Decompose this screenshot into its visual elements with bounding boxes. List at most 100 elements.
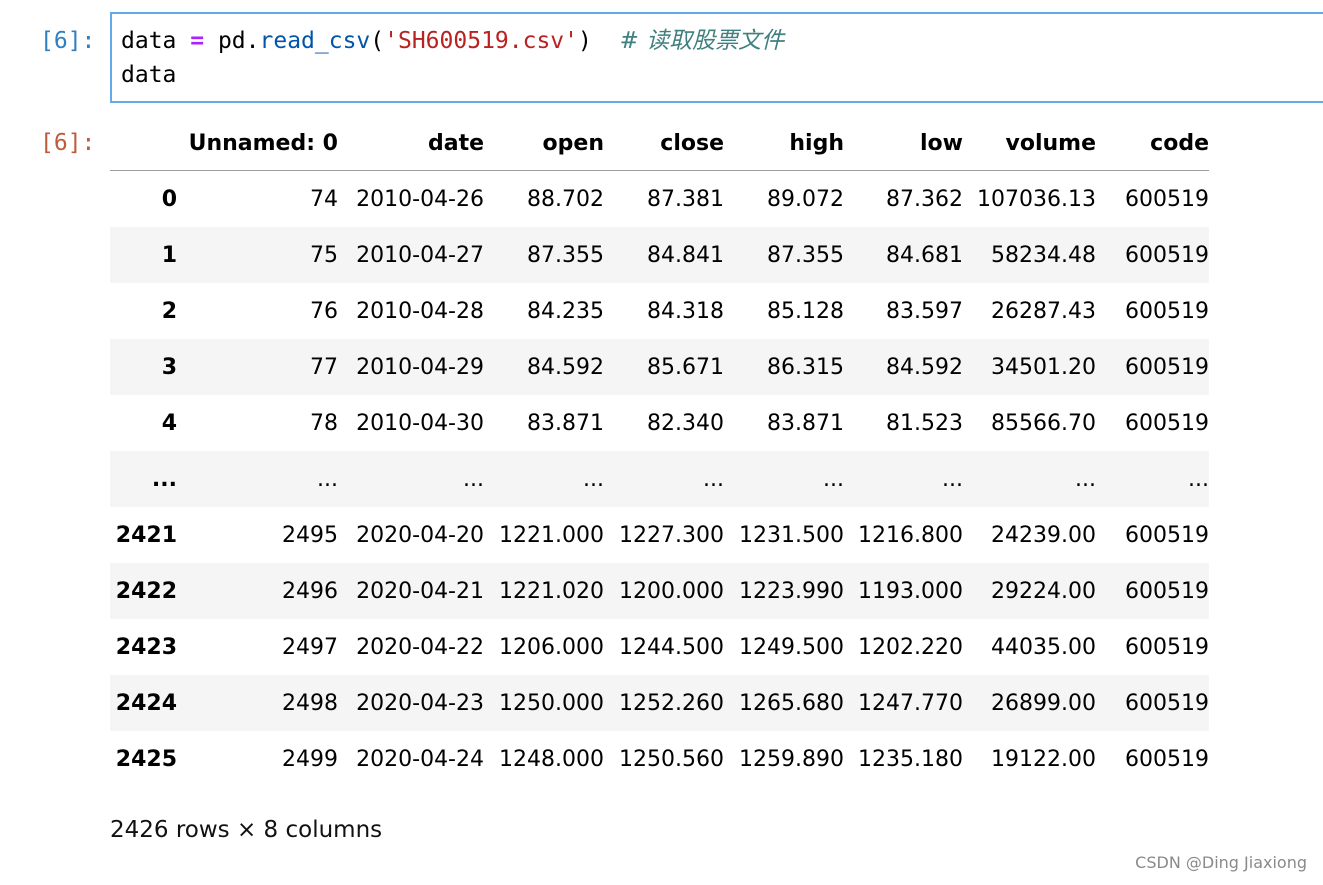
row-index: ... bbox=[151, 466, 177, 492]
table-row: 2 76 2010-04-28 84.235 84.318 85.128 83.… bbox=[110, 283, 1209, 339]
table-cell: 1265.680 bbox=[739, 690, 844, 716]
table-cell: 600519 bbox=[1125, 186, 1209, 212]
table-cell: 1248.000 bbox=[499, 746, 604, 772]
column-header: date bbox=[338, 116, 484, 171]
table-row: 2425 2499 2020-04-24 1248.000 1250.560 1… bbox=[110, 731, 1209, 787]
table-cell: 87.381 bbox=[647, 186, 724, 212]
column-header: high bbox=[724, 116, 844, 171]
code-editor[interactable]: data = pd.read_csv('SH600519.csv') # 读取股… bbox=[110, 12, 1323, 103]
table-cell: 84.592 bbox=[527, 354, 604, 380]
table-cell: 74 bbox=[310, 186, 338, 212]
table-cell: 75 bbox=[310, 242, 338, 268]
table-cell: 1202.220 bbox=[858, 634, 963, 660]
table-cell: 85566.70 bbox=[991, 410, 1096, 436]
table-cell: ... bbox=[823, 466, 844, 492]
table-row-ellipsis: ... ... ... ... ... ... ... ... ... bbox=[110, 451, 1209, 507]
row-index: 0 bbox=[161, 186, 177, 212]
table-cell: 78 bbox=[310, 410, 338, 436]
table-cell: 1216.800 bbox=[858, 522, 963, 548]
table-cell: 2010-04-30 bbox=[356, 410, 484, 436]
table-cell: 34501.20 bbox=[991, 354, 1096, 380]
row-index: 4 bbox=[161, 410, 177, 436]
table-cell: 1250.560 bbox=[619, 746, 724, 772]
code-module: pd. bbox=[204, 28, 260, 54]
table-header-row: Unnamed: 0 date open close high low volu… bbox=[110, 116, 1209, 171]
table-cell: 2020-04-20 bbox=[356, 522, 484, 548]
column-header: volume bbox=[963, 116, 1096, 171]
table-body: 0 74 2010-04-26 88.702 87.381 89.072 87.… bbox=[110, 171, 1209, 788]
table-cell: ... bbox=[1075, 466, 1096, 492]
table-cell: 83.871 bbox=[527, 410, 604, 436]
table-cell: 77 bbox=[310, 354, 338, 380]
code-paren-open: ( bbox=[370, 28, 385, 54]
table-cell: 82.340 bbox=[647, 410, 724, 436]
table-cell: 29224.00 bbox=[991, 578, 1096, 604]
table-cell: ... bbox=[703, 466, 724, 492]
table-cell: 1223.990 bbox=[739, 578, 844, 604]
table-cell: 84.592 bbox=[886, 354, 963, 380]
table-cell: 1250.000 bbox=[499, 690, 604, 716]
code-string: 'SH600519.csv' bbox=[384, 28, 579, 54]
table-cell: 89.072 bbox=[767, 186, 844, 212]
table-cell: ... bbox=[317, 466, 338, 492]
table-cell: 81.523 bbox=[886, 410, 963, 436]
table-cell: 44035.00 bbox=[991, 634, 1096, 660]
table-cell: 2496 bbox=[282, 578, 338, 604]
table-row: 2422 2496 2020-04-21 1221.020 1200.000 1… bbox=[110, 563, 1209, 619]
input-prompt: [6]: bbox=[40, 28, 96, 54]
table-cell: 2020-04-22 bbox=[356, 634, 484, 660]
row-index: 2424 bbox=[115, 690, 177, 716]
table-cell: ... bbox=[463, 466, 484, 492]
table-cell: 600519 bbox=[1125, 690, 1209, 716]
table-cell: ... bbox=[942, 466, 963, 492]
code-function: read_csv bbox=[259, 28, 371, 54]
table-cell: ... bbox=[583, 466, 604, 492]
table-cell: 58234.48 bbox=[991, 242, 1096, 268]
table-cell: ... bbox=[1188, 466, 1209, 492]
table-cell: 600519 bbox=[1125, 298, 1209, 324]
table-cell: 88.702 bbox=[527, 186, 604, 212]
dataframe-table: Unnamed: 0 date open close high low volu… bbox=[110, 116, 1209, 787]
table-cell: 2499 bbox=[282, 746, 338, 772]
table-cell: 1247.770 bbox=[858, 690, 963, 716]
table-cell: 1231.500 bbox=[739, 522, 844, 548]
table-cell: 2498 bbox=[282, 690, 338, 716]
table-cell: 1252.260 bbox=[619, 690, 724, 716]
column-header: open bbox=[484, 116, 604, 171]
table-cell: 1249.500 bbox=[739, 634, 844, 660]
table-row: 2424 2498 2020-04-23 1250.000 1252.260 1… bbox=[110, 675, 1209, 731]
table-cell: 2010-04-29 bbox=[356, 354, 484, 380]
table-cell: 86.315 bbox=[767, 354, 844, 380]
table-row: 4 78 2010-04-30 83.871 82.340 83.871 81.… bbox=[110, 395, 1209, 451]
table-cell: 2010-04-28 bbox=[356, 298, 484, 324]
table-cell: 2020-04-24 bbox=[356, 746, 484, 772]
code-line-2: data bbox=[121, 62, 177, 88]
table-cell: 87.355 bbox=[767, 242, 844, 268]
table-cell: 26287.43 bbox=[991, 298, 1096, 324]
table-cell: 600519 bbox=[1125, 522, 1209, 548]
table-cell: 600519 bbox=[1125, 746, 1209, 772]
table-cell: 1200.000 bbox=[619, 578, 724, 604]
table-cell: 87.355 bbox=[527, 242, 604, 268]
table-cell: 1206.000 bbox=[499, 634, 604, 660]
table-cell: 2497 bbox=[282, 634, 338, 660]
table-cell: 84.681 bbox=[886, 242, 963, 268]
table-cell: 1221.000 bbox=[499, 522, 604, 548]
table-row: 2421 2495 2020-04-20 1221.000 1227.300 1… bbox=[110, 507, 1209, 563]
table-cell: 84.235 bbox=[527, 298, 604, 324]
row-index: 2421 bbox=[115, 522, 177, 548]
table-cell: 2020-04-23 bbox=[356, 690, 484, 716]
code-operator: = bbox=[190, 28, 205, 54]
table-cell: 83.871 bbox=[767, 410, 844, 436]
table-cell: 600519 bbox=[1125, 354, 1209, 380]
table-cell: 1221.020 bbox=[499, 578, 604, 604]
column-header: low bbox=[844, 116, 963, 171]
watermark: CSDN @Ding Jiaxiong bbox=[1135, 853, 1307, 872]
table-cell: 600519 bbox=[1125, 578, 1209, 604]
table-cell: 19122.00 bbox=[991, 746, 1096, 772]
table-cell: 1193.000 bbox=[858, 578, 963, 604]
table-row: 3 77 2010-04-29 84.592 85.671 86.315 84.… bbox=[110, 339, 1209, 395]
table-cell: 85.128 bbox=[767, 298, 844, 324]
table-cell: 600519 bbox=[1125, 410, 1209, 436]
table-cell: 84.841 bbox=[647, 242, 724, 268]
